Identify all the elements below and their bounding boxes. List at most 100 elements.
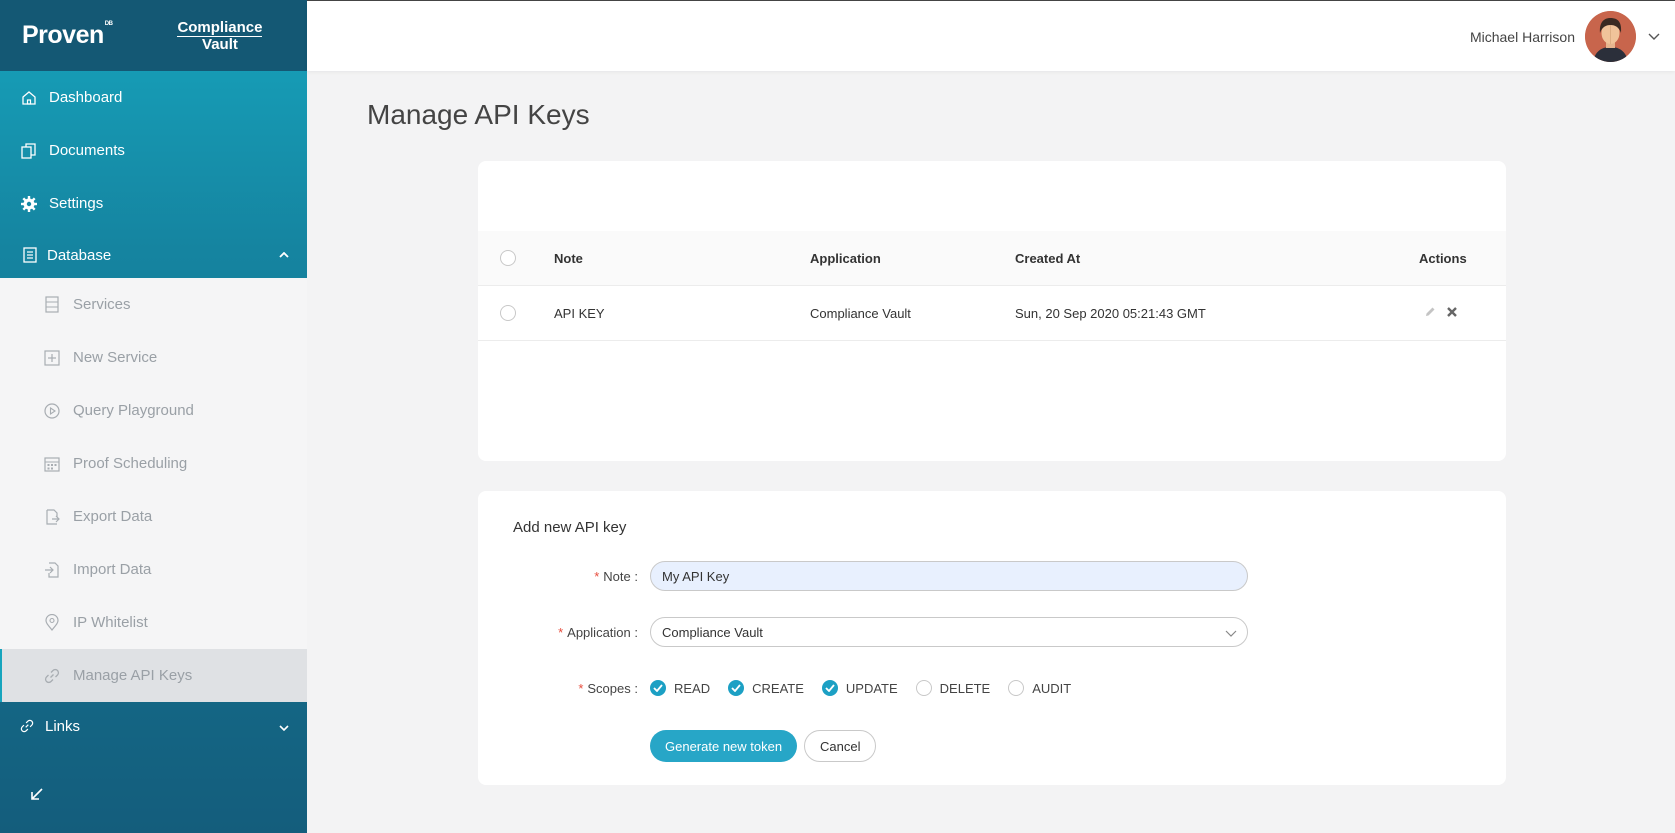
sidebar-item-export-data[interactable]: Export Data xyxy=(0,490,307,543)
check-icon xyxy=(650,680,666,696)
database-icon xyxy=(21,246,39,264)
chevron-up-icon xyxy=(279,250,289,261)
scope-read-label: READ xyxy=(674,680,711,696)
application-select-value: Compliance Vault xyxy=(662,624,763,640)
sidebar-label-query-playground: Query Playground xyxy=(73,402,194,419)
user-name: Michael Harrison xyxy=(1469,28,1575,45)
unchecked-circle-icon xyxy=(915,680,932,696)
database-submenu: Services New Service Query Playground Pr… xyxy=(0,278,307,702)
check-icon xyxy=(728,680,745,696)
row-select-radio[interactable] xyxy=(500,305,516,321)
link-icon xyxy=(44,668,60,684)
collapse-sidebar-icon[interactable] xyxy=(30,787,44,806)
edit-icon[interactable] xyxy=(1424,306,1436,321)
api-keys-table-card: Note Application Created At Actions API … xyxy=(478,161,1506,461)
scope-audit-checkbox[interactable]: AUDIT xyxy=(1008,680,1071,696)
nav-label-documents: Documents xyxy=(49,142,125,159)
delete-icon[interactable] xyxy=(1446,306,1458,321)
scopes-group: READ CREATE UPDATE DELETE AUDIT xyxy=(650,680,1089,696)
nav-item-settings[interactable]: Settings xyxy=(0,177,307,230)
row-actions xyxy=(1424,306,1458,321)
note-row: * Note : My API Key xyxy=(478,561,1506,591)
nav-label-dashboard: Dashboard xyxy=(49,89,123,106)
nav-label-settings: Settings xyxy=(49,195,104,212)
table-row: API KEY Compliance Vault Sun, 20 Sep 202… xyxy=(478,286,1506,341)
add-api-key-card: Add new API key * Note : My API Key * Appl… xyxy=(478,491,1506,785)
sidebar-item-import-data[interactable]: Import Data xyxy=(0,543,307,596)
form-title: Add new API key xyxy=(513,519,627,536)
sidebar-label-ip-whitelist: IP Whitelist xyxy=(73,614,148,631)
application-select[interactable]: Compliance Vault xyxy=(650,617,1248,647)
cell-application: Compliance Vault xyxy=(810,305,911,321)
page-title: Manage API Keys xyxy=(367,99,590,130)
nav-item-documents[interactable]: Documents xyxy=(0,124,307,177)
export-icon xyxy=(44,508,60,525)
cell-note: API KEY xyxy=(554,305,605,321)
link-icon xyxy=(20,719,36,733)
column-header-note: Note xyxy=(554,250,583,266)
column-header-created-at: Created At xyxy=(1015,250,1081,266)
logo-text: Proven xyxy=(22,21,104,49)
nav-label-links: Links xyxy=(45,717,81,735)
scope-audit-label: AUDIT xyxy=(1032,680,1072,696)
calendar-icon xyxy=(44,456,60,472)
sidebar-label-import-data: Import Data xyxy=(73,561,152,578)
logo-bar: ProvenDB Compliance Vault xyxy=(0,0,307,71)
sidebar-item-proof-scheduling[interactable]: Proof Scheduling xyxy=(0,437,307,490)
play-circle-icon xyxy=(44,402,60,419)
nav-item-links[interactable]: Links xyxy=(0,701,307,751)
sidebar-label-manage-api-keys: Manage API Keys xyxy=(73,667,193,684)
note-input[interactable]: My API Key xyxy=(650,561,1248,591)
generate-token-button[interactable]: Generate new token xyxy=(650,730,798,762)
scope-update-label: UPDATE xyxy=(845,680,898,696)
scopes-label: * Scopes : xyxy=(578,680,638,696)
nav-label-database: Database xyxy=(47,246,112,264)
chevron-down-icon[interactable] xyxy=(1648,28,1660,46)
sidebar-label-proof-scheduling: Proof Scheduling xyxy=(73,455,188,472)
sidebar: ProvenDB Compliance Vault Dashboard Docu… xyxy=(0,0,307,833)
sidebar-item-new-service[interactable]: New Service xyxy=(0,331,307,384)
sidebar-item-services[interactable]: Services xyxy=(0,278,307,331)
location-pin-icon xyxy=(44,614,60,631)
required-marker: * xyxy=(578,680,584,696)
home-icon xyxy=(20,89,38,107)
scope-update-checkbox[interactable]: UPDATE xyxy=(821,680,898,696)
import-icon xyxy=(44,561,60,578)
sidebar-item-query-playground[interactable]: Query Playground xyxy=(0,384,307,437)
product-line1: Compliance xyxy=(177,18,263,37)
plus-square-icon xyxy=(44,349,60,366)
scope-delete-checkbox[interactable]: DELETE xyxy=(915,680,991,696)
unchecked-circle-icon xyxy=(1008,680,1025,696)
sidebar-label-services: Services xyxy=(73,296,131,313)
proven-logo[interactable]: ProvenDB xyxy=(22,21,113,50)
sidebar-item-ip-whitelist[interactable]: IP Whitelist xyxy=(0,596,307,649)
note-label: * Note : xyxy=(594,568,638,584)
user-menu[interactable]: Michael Harrison xyxy=(1470,11,1660,62)
column-header-application: Application xyxy=(810,250,881,266)
top-header: Michael Harrison xyxy=(307,0,1675,71)
check-icon xyxy=(821,680,838,696)
sidebar-label-new-service: New Service xyxy=(73,349,158,366)
avatar[interactable] xyxy=(1585,11,1636,62)
scope-delete-label: DELETE xyxy=(939,680,991,696)
chevron-down-icon xyxy=(1225,626,1237,641)
list-icon xyxy=(44,296,60,313)
application-label-text: Application xyxy=(567,624,631,640)
scope-read-checkbox[interactable]: READ xyxy=(650,680,710,696)
scope-create-checkbox[interactable]: CREATE xyxy=(728,680,804,696)
logo-mark: DB xyxy=(104,21,113,27)
note-label-text: Note xyxy=(603,568,631,584)
gear-icon xyxy=(20,195,38,213)
compliance-vault-logo: Compliance Vault xyxy=(177,18,263,52)
select-all-radio[interactable] xyxy=(500,250,516,266)
required-marker: * xyxy=(558,624,564,640)
cell-created-at: Sun, 20 Sep 2020 05:21:43 GMT xyxy=(1015,305,1206,321)
sidebar-item-manage-api-keys[interactable]: Manage API Keys xyxy=(0,649,307,702)
scopes-label-text: Scopes xyxy=(587,680,631,696)
documents-icon xyxy=(20,142,38,160)
note-input-value: My API Key xyxy=(662,568,730,584)
nav-item-dashboard[interactable]: Dashboard xyxy=(0,71,307,124)
cancel-button[interactable]: Cancel xyxy=(804,730,877,762)
application-row: * Application : Compliance Vault xyxy=(478,617,1506,647)
nav-item-database[interactable]: Database xyxy=(0,230,307,280)
